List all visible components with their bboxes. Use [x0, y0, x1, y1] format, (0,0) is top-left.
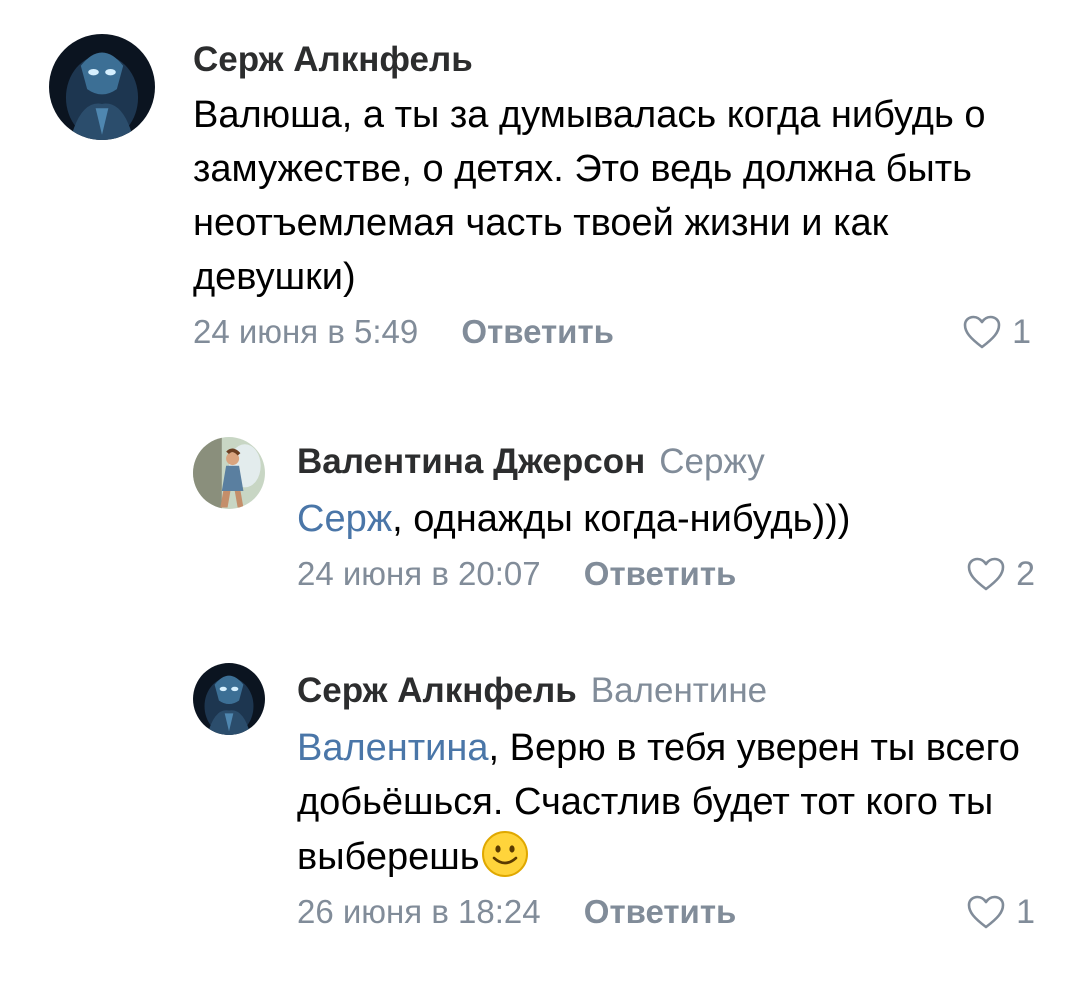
alien-figure-icon	[49, 34, 155, 140]
comment-text: Серж, однажды когда-нибудь)))	[297, 492, 1057, 546]
likes-count: 2	[1016, 555, 1035, 593]
author-name[interactable]: Серж Алкнфель	[193, 40, 473, 79]
reply-button[interactable]: Ответить	[584, 893, 737, 930]
mention-link[interactable]: Валентина	[297, 727, 489, 769]
likes-count: 1	[1012, 313, 1031, 351]
avatar[interactable]	[193, 663, 265, 735]
avatar[interactable]	[49, 34, 155, 140]
author-name[interactable]: Серж Алкнфель	[297, 671, 577, 710]
mention-link[interactable]: Серж	[297, 498, 392, 540]
comment-text-body: , однажды когда-нибудь)))	[392, 498, 851, 540]
comment-date: 24 июня в 20:07	[297, 555, 541, 592]
avatar[interactable]	[193, 437, 265, 509]
comment-date: 24 июня в 5:49	[193, 313, 419, 350]
reply-button[interactable]: Ответить	[461, 313, 614, 350]
alien-figure-icon	[193, 663, 265, 735]
reply-to-name[interactable]: Сержу	[659, 442, 765, 481]
heart-icon	[966, 556, 1006, 592]
author-name[interactable]: Валентина Джерсон	[297, 442, 645, 481]
likes-count: 1	[1016, 893, 1035, 931]
fairy-figure-icon	[193, 437, 265, 509]
smile-emoji-icon	[480, 829, 530, 879]
heart-icon	[962, 314, 1002, 350]
comment-text: Валентина, Верю в тебя уверен ты всего д…	[297, 721, 1057, 884]
reply-button[interactable]: Ответить	[584, 555, 737, 592]
comment-text: Валюша, а ты за думывалась когда нибудь …	[193, 94, 986, 298]
like-button[interactable]: 1	[962, 310, 1031, 354]
heart-icon	[966, 894, 1006, 930]
reply-to-name[interactable]: Валентине	[591, 671, 767, 710]
like-button[interactable]: 2	[966, 552, 1035, 596]
like-button[interactable]: 1	[966, 890, 1035, 934]
comment-date: 26 июня в 18:24	[297, 893, 541, 930]
